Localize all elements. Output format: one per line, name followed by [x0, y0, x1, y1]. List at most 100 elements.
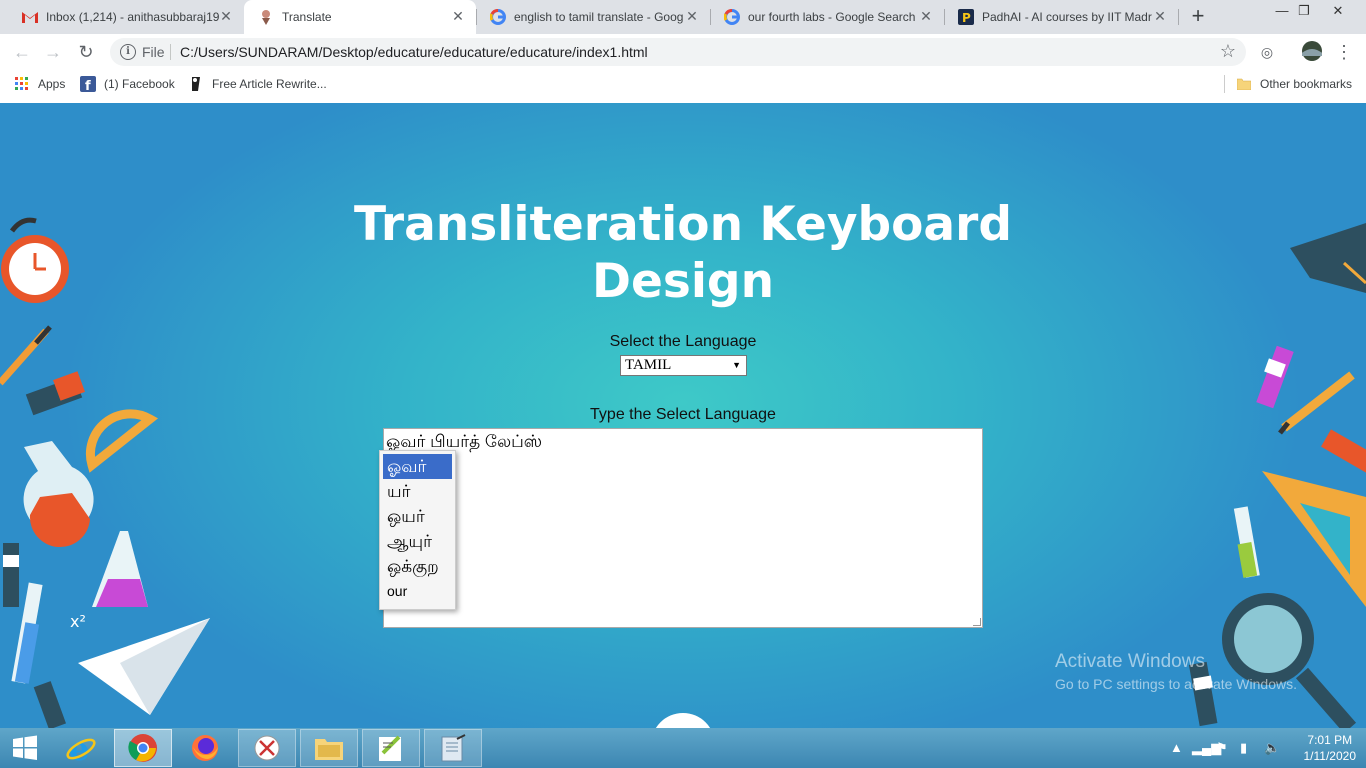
- activate-windows-watermark: Activate Windows Go to PC settings to ac…: [1055, 651, 1297, 692]
- pen-icon: [0, 325, 52, 386]
- conical-flask-icon: [92, 531, 148, 607]
- tab-separator: [1178, 9, 1179, 25]
- resize-handle[interactable]: [973, 618, 981, 626]
- right-test-tube-icon: [1233, 506, 1260, 578]
- clock-time: 7:01 PM: [1307, 733, 1353, 747]
- bookmark-apps[interactable]: Apps: [14, 75, 65, 93]
- tab-google-search[interactable]: our fourth labs - Google Search ✕: [710, 0, 944, 34]
- select-language-label: Select the Language: [609, 333, 757, 350]
- tab-separator: [710, 9, 711, 25]
- start-icon: [13, 735, 37, 760]
- address-bar[interactable]: i File C:/Users/SUNDARAM/Desktop/educatu…: [110, 38, 1246, 66]
- graduation-cap-icon: [1290, 223, 1366, 293]
- protractor-icon: [85, 409, 159, 473]
- notepad-button[interactable]: [424, 729, 482, 767]
- file-explorer-button[interactable]: [300, 729, 358, 767]
- folder-icon: [1236, 76, 1252, 92]
- snipping-tool-button[interactable]: [238, 729, 296, 767]
- notepad-plus-button[interactable]: [362, 729, 420, 767]
- suggestion-item[interactable]: ஒயர்: [383, 504, 452, 529]
- chrome-button[interactable]: [114, 729, 172, 767]
- taskbar: e ▲ ▂▄▆ ⚑ ▮ 🔈 7:01 PM 1/11/2020: [0, 728, 1366, 768]
- system-clock[interactable]: 7:01 PM 1/11/2020: [1304, 732, 1357, 764]
- tab-title: Inbox (1,214) - anithasubbaraj19: [46, 10, 220, 24]
- extension-icon[interactable]: ◎: [1255, 40, 1279, 64]
- notepad-icon: [441, 734, 466, 762]
- suggestion-item[interactable]: ஒக்குற: [383, 554, 452, 579]
- close-tab-icon[interactable]: ✕: [218, 8, 234, 24]
- suggestion-item[interactable]: our: [383, 579, 452, 604]
- page-title: Transliteration Keyboard Design: [354, 197, 1012, 309]
- watermark-line2: Go to PC settings to activate Windows.: [1055, 676, 1297, 692]
- ruler-icon: [1321, 429, 1366, 477]
- tab-translate[interactable]: Translate ✕: [244, 0, 476, 34]
- close-tab-icon[interactable]: ✕: [450, 8, 466, 24]
- set-square-icon: [1262, 471, 1366, 607]
- bookmark-label: (1) Facebook: [104, 77, 175, 91]
- tab-google-translate[interactable]: english to tamil translate - Goog ✕: [476, 0, 710, 34]
- svg-text:f: f: [85, 79, 91, 92]
- suggestion-dropdown: ஓவர் யர் ஒயர் ஆயுர் ஒக்குற our: [379, 450, 456, 610]
- pencil-icon: [1278, 371, 1355, 435]
- scroll-top-icon: [655, 713, 711, 728]
- close-tab-icon[interactable]: ✕: [918, 8, 934, 24]
- flask-icon: [23, 441, 94, 548]
- page-favicon-icon: [258, 9, 274, 25]
- info-icon[interactable]: i: [120, 44, 136, 60]
- clock-date: 1/11/2020: [1303, 749, 1357, 763]
- url-text[interactable]: C:/Users/SUNDARAM/Desktop/educature/educ…: [180, 44, 648, 60]
- scheme-label: File: [142, 44, 165, 60]
- close-tab-icon[interactable]: ✕: [684, 8, 700, 24]
- divider: [1224, 75, 1225, 93]
- svg-text:P: P: [962, 11, 971, 25]
- tab-gmail[interactable]: Inbox (1,214) - anithasubbaraj19 ✕: [8, 0, 244, 34]
- reload-button[interactable]: ↻: [74, 40, 98, 64]
- volume-icon[interactable]: 🔈: [1264, 740, 1280, 756]
- network-icon[interactable]: ⚑: [1216, 740, 1228, 756]
- bookmark-article-rewriter[interactable]: Free Article Rewrite...: [188, 75, 327, 93]
- close-tab-icon[interactable]: ✕: [1152, 8, 1168, 24]
- language-select[interactable]: TAMIL ▼: [620, 355, 747, 376]
- tab-strip: Inbox (1,214) - anithasubbaraj19 ✕ Trans…: [0, 0, 1366, 34]
- language-select-value: TAMIL: [625, 357, 672, 373]
- battery-icon[interactable]: ▮: [1240, 740, 1247, 756]
- suggestion-item[interactable]: யர்: [383, 479, 452, 504]
- bookmark-label: Other bookmarks: [1260, 77, 1353, 91]
- tab-title: Translate: [282, 10, 332, 24]
- tab-title: PadhAI - AI courses by IIT Madr: [982, 10, 1152, 24]
- start-button[interactable]: [0, 729, 50, 767]
- transliteration-textarea[interactable]: ஓவர் பியர்த் லேப்ஸ்: [383, 428, 983, 628]
- internet-explorer-icon: e: [66, 732, 96, 764]
- browser-toolbar: ← → ↻ i File C:/Users/SUNDARAM/Desktop/e…: [0, 34, 1366, 70]
- profile-avatar[interactable]: [1300, 40, 1324, 64]
- gmail-icon: [22, 9, 38, 25]
- bookmark-star-icon[interactable]: ☆: [1220, 41, 1236, 62]
- tab-padhai[interactable]: P PadhAI - AI courses by IIT Madr ✕: [944, 0, 1178, 34]
- show-hidden-icons-button[interactable]: ▲: [1170, 740, 1183, 755]
- close-window-button[interactable]: ✕: [1318, 0, 1358, 24]
- article-icon: [188, 76, 204, 92]
- google-icon: [724, 9, 740, 25]
- marker-icon: [33, 681, 67, 728]
- firefox-button[interactable]: [176, 729, 234, 767]
- bookmark-facebook[interactable]: f (1) Facebook: [80, 75, 175, 93]
- forward-button[interactable]: →: [41, 40, 65, 64]
- snipping-tool-icon: [254, 735, 280, 761]
- crayon-right-icon: [1256, 345, 1294, 409]
- menu-icon[interactable]: ⋮: [1332, 40, 1356, 64]
- internet-explorer-button[interactable]: e: [52, 729, 110, 767]
- x-squared-label: x²: [70, 612, 86, 631]
- alarm-clock-icon: [1, 217, 69, 303]
- tab-separator: [476, 9, 477, 25]
- bookmark-label: Free Article Rewrite...: [212, 77, 327, 91]
- type-language-label: Type the Select Language: [590, 406, 776, 423]
- apps-grid-icon: [14, 76, 30, 92]
- bookmark-label: Apps: [38, 77, 66, 91]
- chevron-down-icon: ▼: [732, 360, 741, 370]
- back-button[interactable]: ←: [10, 40, 34, 64]
- suggestion-item[interactable]: ஓவர்: [383, 454, 452, 479]
- page-content: x² Transliteration Keyboard Design Selec…: [0, 103, 1366, 728]
- new-tab-button[interactable]: +: [1186, 5, 1210, 29]
- bookmark-other[interactable]: Other bookmarks: [1236, 75, 1352, 93]
- suggestion-item[interactable]: ஆயுர்: [383, 529, 452, 554]
